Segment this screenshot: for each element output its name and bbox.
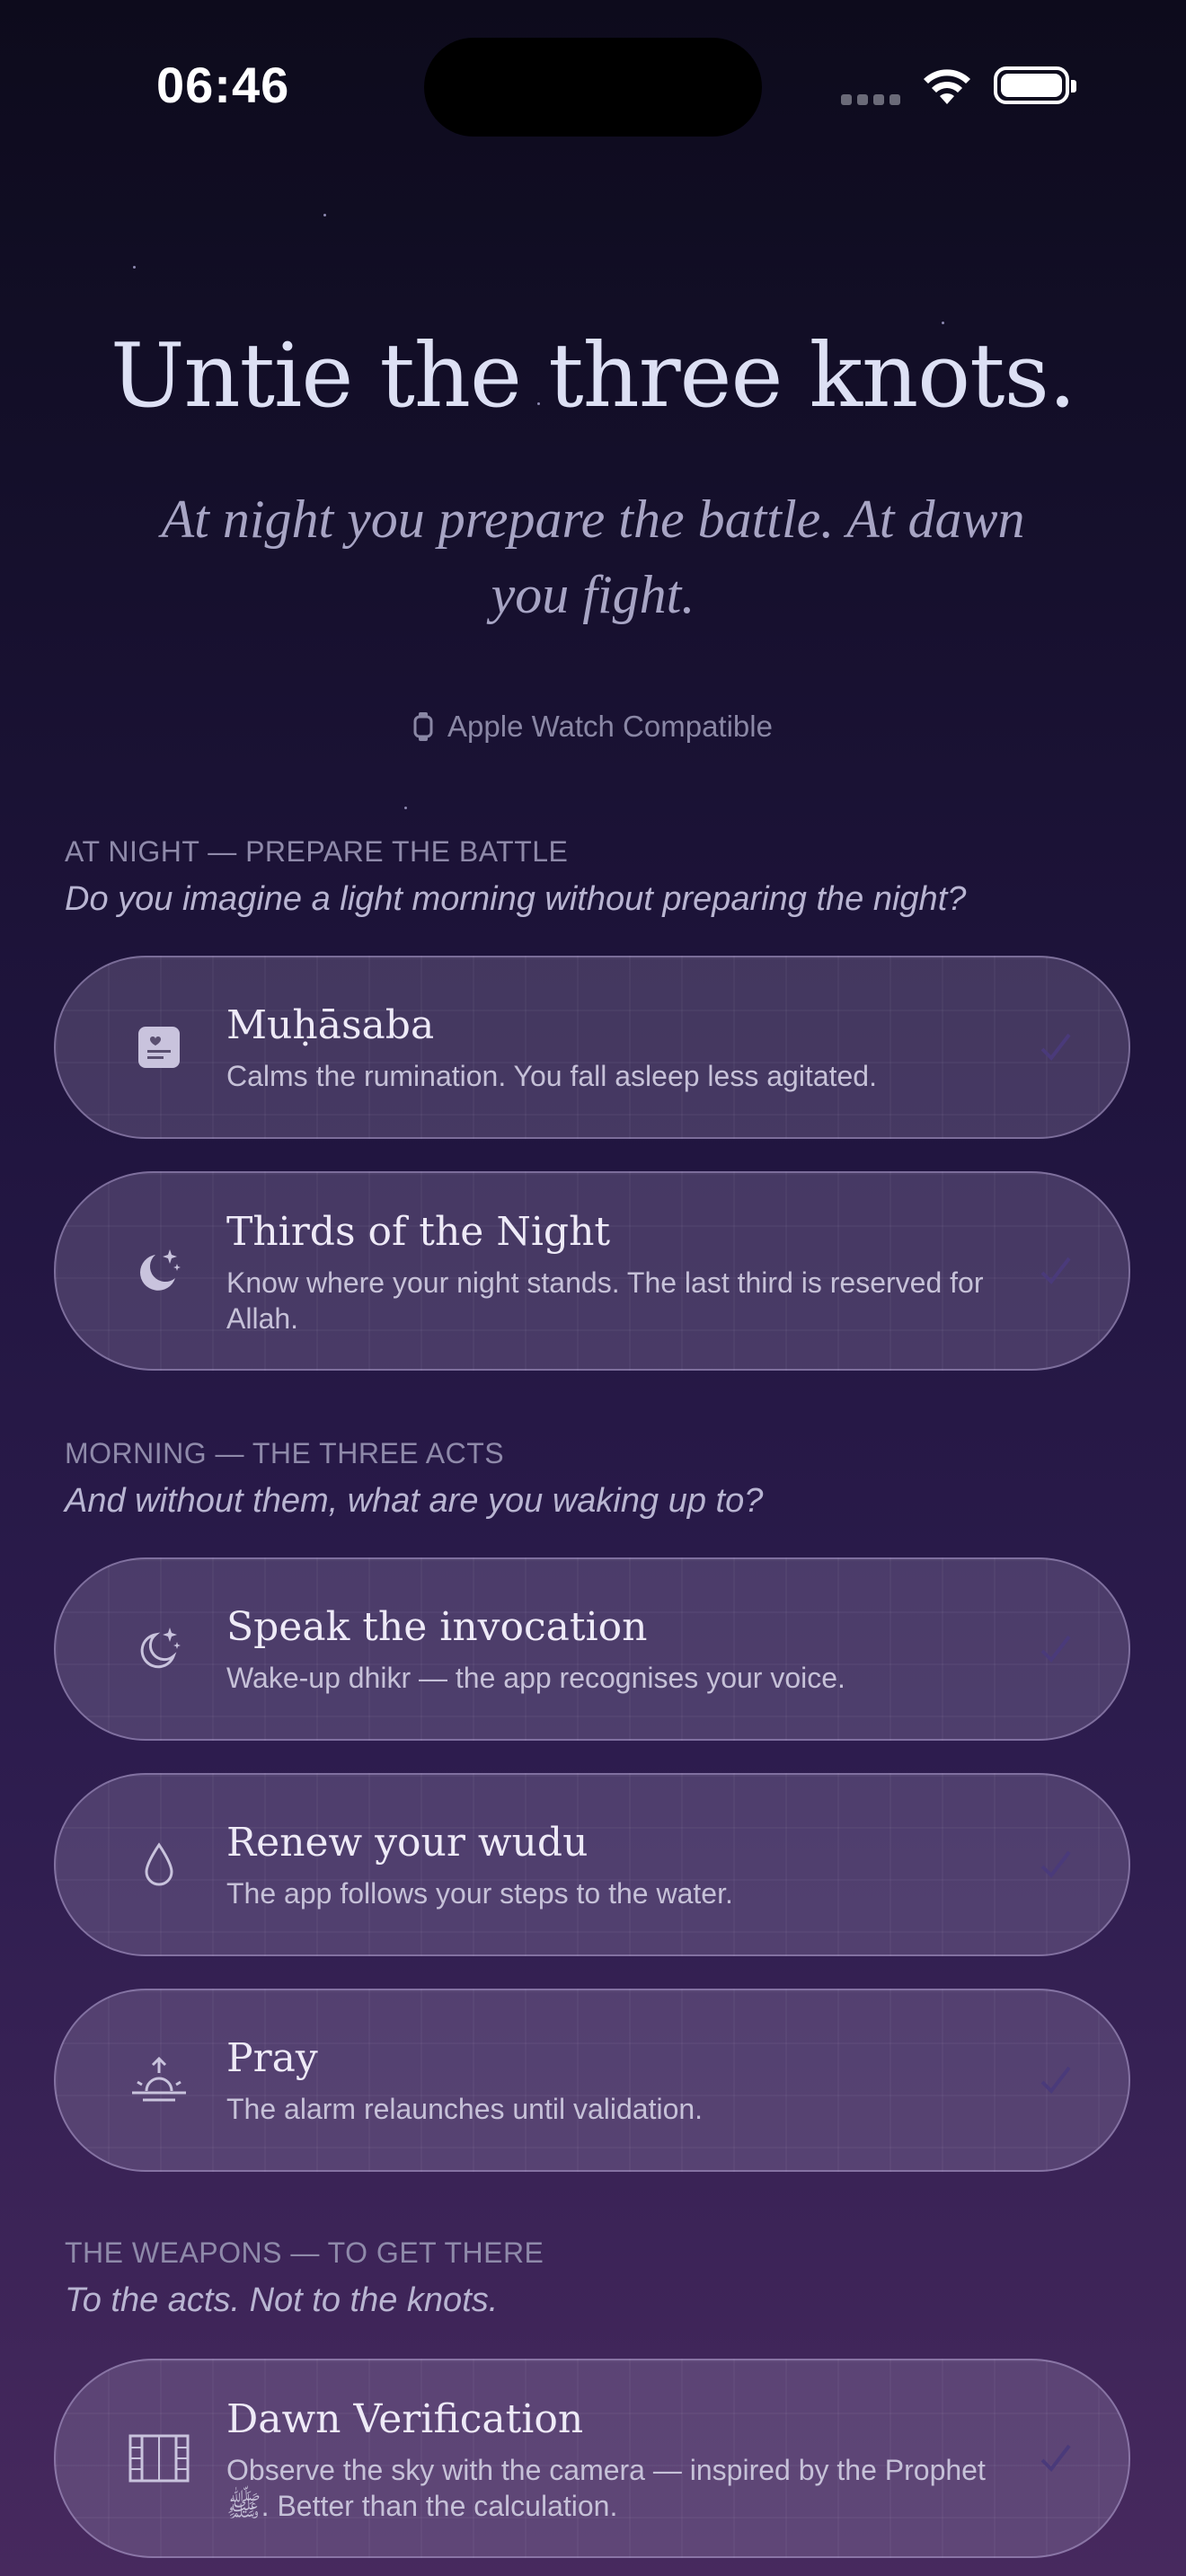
feature-card-thirds-of-night[interactable]: Thirds of the Night Know where your nigh…	[54, 1171, 1130, 1371]
card-description: Observe the sky with the camera — inspir…	[226, 2454, 986, 2522]
moon-stars-outline-icon	[128, 1618, 190, 1681]
star-decoration	[942, 322, 944, 324]
watch-compat-label: Apple Watch Compatible	[447, 710, 773, 743]
page-subtitle: At night you prepare the battle. At dawn…	[161, 490, 1025, 624]
section-quote-morning: And without them, what are you waking up…	[65, 1482, 764, 1520]
card-description: Wake-up dhikr — the app recognises your …	[226, 1662, 845, 1694]
watch-compat-badge: Apple Watch Compatible	[0, 710, 1186, 744]
feature-card-wudu[interactable]: Renew your wudu The app follows your ste…	[54, 1773, 1130, 1956]
feature-card-invocation[interactable]: Speak the invocation Wake-up dhikr — the…	[54, 1557, 1130, 1741]
section-label-morning: MORNING — THE THREE ACTS	[65, 1437, 505, 1469]
dynamic-island	[424, 38, 762, 137]
sunrise-icon	[128, 2049, 190, 2112]
moon-stars-icon	[128, 1239, 190, 1302]
status-time: 06:46	[156, 57, 290, 113]
section-quote-night: Do you imagine a light morning without p…	[65, 880, 967, 918]
checkmark-icon	[1040, 2444, 1071, 2473]
section-label-night: AT NIGHT — PREPARE THE BATTLE	[65, 835, 569, 868]
star-decoration	[323, 214, 326, 216]
checkmark-icon	[1040, 1850, 1071, 1879]
page-title: Untie the three knots.	[110, 325, 1076, 428]
section-quote-weapons: To the acts. Not to the knots.	[65, 2281, 499, 2319]
card-description: The alarm relaunches until validation.	[226, 2093, 704, 2125]
journal-heart-icon	[128, 1016, 190, 1079]
film-strip-icon	[128, 2427, 190, 2490]
card-description: Calms the rumination. You fall asleep le…	[226, 1060, 877, 1092]
feature-card-dawn-verification[interactable]: Dawn Verification Observe the sky with t…	[54, 2359, 1130, 2558]
checkmark-icon	[1040, 1257, 1071, 1285]
feature-card-muhasaba[interactable]: Muḥāsaba Calms the rumination. You fall …	[54, 956, 1130, 1139]
cellular-signal-icon	[841, 93, 906, 110]
checkmark-icon	[1040, 1635, 1071, 1663]
card-title: Pray	[226, 2035, 318, 2081]
watch-icon	[413, 712, 433, 741]
card-title: Speak the invocation	[226, 1604, 648, 1650]
card-description: The app follows your steps to the water.	[226, 1877, 733, 1910]
card-title: Thirds of the Night	[226, 1209, 611, 1255]
card-title: Renew your wudu	[226, 1820, 589, 1866]
status-bar: 06:46	[0, 0, 1186, 180]
water-drop-icon	[128, 1833, 190, 1896]
battery-icon	[994, 66, 1076, 104]
wifi-icon	[924, 69, 970, 104]
card-description: Know where your night stands. The last t…	[226, 1266, 984, 1335]
feature-card-pray[interactable]: Pray The alarm relaunches until validati…	[54, 1989, 1130, 2172]
card-title: Dawn Verification	[226, 2396, 584, 2442]
star-decoration	[133, 266, 136, 269]
checkmark-icon	[1040, 2066, 1071, 2095]
section-label-weapons: THE WEAPONS — TO GET THERE	[65, 2236, 544, 2269]
card-title: Muḥāsaba	[226, 1002, 435, 1048]
star-decoration	[404, 807, 407, 809]
checkmark-icon	[1040, 1033, 1071, 1062]
